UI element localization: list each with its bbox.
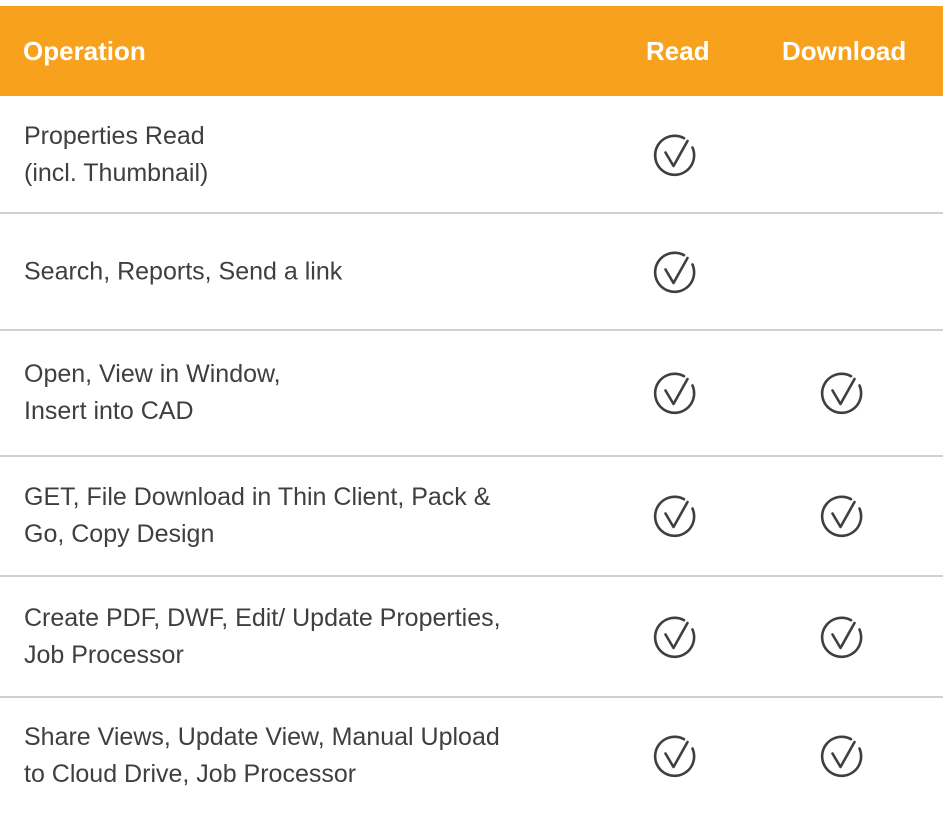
row-divider [0,212,943,214]
operation-cell: GET, File Download in Thin Client, Pack … [24,483,491,548]
operation-cell: Open, View in Window, Insert into CAD [24,360,281,425]
operation-cell: Create PDF, DWF, Edit/ Update Properties… [24,603,501,669]
download-check-icon [818,369,866,417]
row-divider [0,696,943,698]
download-check-icon [818,732,866,780]
header-download: Download [782,36,907,66]
table-row: Search, Reports, Send a link [0,213,943,330]
table-row: Create PDF, DWF, Edit/ Update Properties… [0,576,943,697]
row-divider [0,455,943,457]
row-divider [0,575,943,577]
read-check-icon [651,248,699,296]
table-header: Operation Read Download [0,6,943,96]
table-row: Share Views, Update View, Manual Upload … [0,697,943,815]
operation-cell: Search, Reports, Send a link [24,257,343,285]
operation-cell: Share Views, Update View, Manual Upload … [24,723,500,788]
header-operation: Operation [23,36,146,66]
read-check-icon [651,492,699,540]
table-row: Open, View in Window, Insert into CAD [0,330,943,456]
header-read: Read [646,36,710,66]
read-check-icon [651,131,699,179]
read-check-icon [651,369,699,417]
table-row: Properties Read (incl. Thumbnail) [0,96,943,213]
operation-cell: Properties Read (incl. Thumbnail) [24,121,209,187]
row-divider [0,329,943,331]
download-check-icon [818,613,866,661]
download-check-icon [818,492,866,540]
read-check-icon [651,613,699,661]
read-check-icon [651,732,699,780]
table-row: GET, File Download in Thin Client, Pack … [0,456,943,576]
